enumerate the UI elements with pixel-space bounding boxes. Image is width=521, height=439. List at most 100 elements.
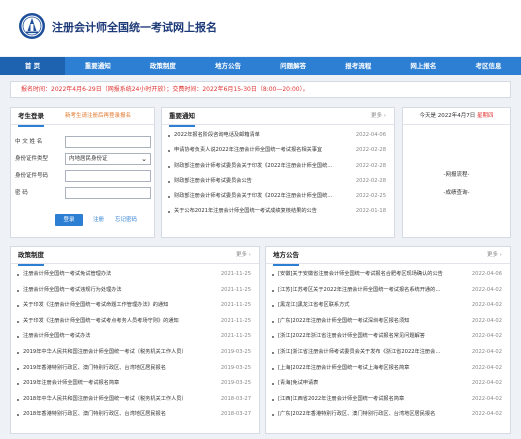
item-date: 2021-11-25: [220, 333, 251, 340]
item-title[interactable]: [江苏]江苏考区关于2022年注册会计师全国统一考试报名系统开通的通知: [278, 283, 443, 299]
list-item[interactable]: 2018年香港特别行政区、澳门特别行政区、台湾地区居民报名 2018-03-27: [11, 407, 259, 423]
item-date: 2021-11-25: [220, 317, 251, 324]
nav-item-process[interactable]: 报考流程: [326, 57, 391, 75]
today-weekday[interactable]: 星期四: [477, 113, 494, 119]
item-title[interactable]: [上海]2022年注册会计师全国统一考试上海考区报名简章: [278, 361, 443, 377]
password-field[interactable]: [65, 187, 151, 199]
item-title[interactable]: 财政部注册会计师考试委员会公告: [174, 174, 334, 189]
list-item[interactable]: [青海]免试申请表 2022-04-02: [266, 376, 510, 392]
nav-item-online-registration[interactable]: 网上报名: [391, 57, 456, 75]
item-title[interactable]: 2019年香港特别行政区、澳门特别行政区、台湾地区居民报名: [23, 361, 193, 377]
item-title[interactable]: 注册会计师全国统一考试免试管理办法: [23, 267, 193, 283]
site-title: 注册会计师全国统一考试网上报名: [52, 21, 217, 34]
policy-panel: 政策制度 更多 注册会计师全国统一考试免试管理办法 2021-11-25 注册会计…: [10, 246, 260, 434]
list-item[interactable]: 注册会计师全国统一考试办法 2021-11-25: [11, 329, 259, 345]
chevron-down-icon: ⌄: [141, 155, 147, 163]
item-date: 2019-03-25: [220, 348, 251, 355]
list-item[interactable]: 申请协考负责人说2022年注册会计师全国统一考试报名相关事宜 2022-02-28: [162, 143, 394, 158]
item-date: 2019-03-25: [220, 364, 251, 371]
list-item[interactable]: 关于公布2021年注册会计师全国统一考试成绩复核结果的公告 2022-01-18: [162, 204, 394, 219]
policy-more-link[interactable]: 更多: [236, 247, 251, 263]
item-title[interactable]: 注册会计师全国统一考试违规行为处理办法: [23, 283, 193, 299]
nav-item-exam-areas[interactable]: 考区信息: [456, 57, 521, 75]
item-date: 2022-04-02: [471, 380, 502, 387]
id-number-label: 身份证件号码: [15, 173, 49, 179]
forgot-password-link[interactable]: 忘记密码: [115, 214, 137, 226]
item-date: 2022-04-02: [471, 411, 502, 418]
area-more-link[interactable]: 更多: [487, 247, 502, 263]
item-title[interactable]: 关于公布2021年注册会计师全国统一考试成绩复核结果的公告: [174, 204, 334, 219]
item-title[interactable]: [浙江]浙江省注册会计师考试委员会关于发布《浙江省2022年注册会计师考试报名简…: [278, 345, 443, 361]
today-header: 今天是 2022年4月7日 星期四: [403, 108, 510, 125]
nav-item-local-announcements[interactable]: 地方公告: [195, 57, 260, 75]
list-item[interactable]: [广东]2022年注册会计师全国统一考试深圳考区报名须知 2022-04-02: [266, 314, 510, 330]
register-link[interactable]: 注册: [93, 214, 104, 226]
item-date: 2021-11-25: [220, 286, 251, 293]
name-field[interactable]: [65, 136, 151, 148]
item-date: 2021-11-25: [220, 271, 251, 277]
id-number-field[interactable]: [65, 170, 151, 182]
item-title[interactable]: [黑龙江]黑龙江省考区联系方式: [278, 298, 443, 314]
registration-process-link[interactable]: -网报流程-: [403, 170, 510, 178]
login-button[interactable]: 登录: [55, 214, 83, 226]
list-item[interactable]: [浙江]2022年浙江省注册会计师全国统一考试报名常见问题解答 2022-04-0…: [266, 329, 510, 345]
item-title[interactable]: [青海]免试申请表: [278, 376, 443, 392]
score-query-link[interactable]: -成绩查询-: [403, 188, 510, 196]
item-date: 2022-04-02: [471, 286, 502, 293]
item-title[interactable]: 2019年中华人民共和国注册会计师全国统一考试（税务机关工作人员）: [23, 345, 193, 361]
list-item[interactable]: [广东]2022年香港特别行政区、澳门特别行政区、台湾地区居民报名 2022-04…: [266, 407, 510, 423]
password-label: 密 码: [15, 190, 28, 196]
list-item[interactable]: [上海]2022年注册会计师全国统一考试上海考区报名简章 2022-04-02: [266, 361, 510, 377]
id-type-select[interactable]: 内地居民身份证 ⌄: [65, 153, 151, 165]
nav-item-policies[interactable]: 政策制度: [130, 57, 195, 75]
item-title[interactable]: 关于印发《注册会计师全国统一考试命题工作管理办法》的通知: [23, 298, 193, 314]
today-panel: 今天是 2022年4月7日 星期四 -网报流程- -成绩查询-: [402, 107, 511, 238]
list-item[interactable]: 2022年报名阶段咨询电话及邮箱清单 2022-04-06: [162, 128, 394, 143]
list-item[interactable]: 财政部注册会计师考试委员会关于印发《2022年注册会计师全国统一考试考务规则》的…: [162, 189, 394, 204]
list-item[interactable]: 2019年注册会计师全国统一考试报名简章 2019-03-25: [11, 376, 259, 392]
notices-more-link[interactable]: 更多: [371, 108, 386, 124]
list-item[interactable]: 2019年中华人民共和国注册会计师全国统一考试（税务机关工作人员） 2019-03…: [11, 345, 259, 361]
nav-item-home[interactable]: 首 页: [0, 57, 66, 75]
item-date: 2022-04-06: [355, 132, 386, 138]
item-title[interactable]: [安徽]关于安徽省注册会计师全国统一考试报名合肥考区现场确认的公告: [278, 267, 443, 283]
item-title[interactable]: 2018年中华人民共和国注册会计师全国统一考试（税务机关工作人员）: [23, 392, 193, 408]
item-title[interactable]: 申请协考负责人说2022年注册会计师全国统一考试报名相关事宜: [174, 143, 334, 158]
list-item[interactable]: [江苏]江苏考区关于2022年注册会计师全国统一考试报名系统开通的通知 2022-…: [266, 283, 510, 299]
list-item[interactable]: 注册会计师全国统一考试违规行为处理办法 2021-11-25: [11, 283, 259, 299]
nav-item-faq[interactable]: 问题解答: [261, 57, 326, 75]
item-title[interactable]: [江西]江西省2022年注册会计师全国统一考试报名简章: [278, 392, 443, 408]
nav-item-notices[interactable]: 重要通知: [65, 57, 130, 75]
item-title[interactable]: [广东]2022年注册会计师全国统一考试深圳考区报名须知: [278, 314, 443, 330]
item-title[interactable]: 财政部注册会计师考试委员会关于印发《2022年注册会计师全国统一考试考务规则》的…: [174, 189, 334, 204]
list-item[interactable]: 2019年香港特别行政区、澳门特别行政区、台湾地区居民报名 2019-03-25: [11, 361, 259, 377]
item-date: 2022-04-02: [471, 364, 502, 371]
list-item[interactable]: 关于印发《注册会计师全国统一考试命题工作管理办法》的通知 2021-11-25: [11, 298, 259, 314]
item-title[interactable]: [广东]2022年香港特别行政区、澳门特别行政区、台湾地区居民报名: [278, 407, 443, 423]
item-title[interactable]: 2022年报名阶段咨询电话及邮箱清单: [174, 128, 334, 143]
list-item[interactable]: 财政部注册会计师考试委员会关于印发《2022年注册会计师全国统一考试报名简章》的…: [162, 159, 394, 174]
item-title[interactable]: 财政部注册会计师考试委员会关于印发《2022年注册会计师全国统一考试报名简章》的…: [174, 159, 334, 174]
list-item[interactable]: 注册会计师全国统一考试免试管理办法 2021-11-25: [11, 267, 259, 283]
password-row: 密 码: [15, 187, 152, 199]
item-title[interactable]: [浙江]2022年浙江省注册会计师全国统一考试报名常见问题解答: [278, 329, 443, 345]
login-title: 考生登录: [18, 108, 44, 127]
list-item[interactable]: 财政部注册会计师考试委员会公告 2022-02-28: [162, 174, 394, 189]
notices-title: 重要通知: [169, 108, 195, 127]
list-item[interactable]: [江西]江西省2022年注册会计师全国统一考试报名简章 2022-04-02: [266, 392, 510, 408]
list-item[interactable]: [浙江]浙江省注册会计师考试委员会关于发布《浙江省2022年注册会计师考试报名简…: [266, 345, 510, 361]
list-item[interactable]: 关于印发《注册会计师全国统一考试考点考务人员考场守则》的通知 2021-11-25: [11, 314, 259, 330]
item-date: 2022-02-28: [355, 177, 386, 184]
area-title: 地方公告: [273, 247, 299, 266]
item-title[interactable]: 注册会计师全国统一考试办法: [23, 329, 193, 345]
item-title[interactable]: 关于印发《注册会计师全国统一考试考点考务人员考场守则》的通知: [23, 314, 193, 330]
list-item[interactable]: [黑龙江]黑龙江省考区联系方式 2022-04-02: [266, 298, 510, 314]
item-date: 2022-02-25: [355, 193, 386, 200]
item-title[interactable]: 2018年香港特别行政区、澳门特别行政区、台湾地区居民报名: [23, 407, 193, 423]
item-title[interactable]: 2019年注册会计师全国统一考试报名简章: [23, 376, 193, 392]
name-label: 中 文 姓 名: [15, 139, 43, 145]
cicpa-emblem-icon[interactable]: [18, 12, 46, 40]
list-item[interactable]: 2018年中华人民共和国注册会计师全国统一考试（税务机关工作人员） 2018-03…: [11, 392, 259, 408]
register-notice-link[interactable]: 新考生请注册后再登录报名: [65, 108, 131, 125]
list-item[interactable]: [安徽]关于安徽省注册会计师全国统一考试报名合肥考区现场确认的公告 2022-04…: [266, 267, 510, 283]
